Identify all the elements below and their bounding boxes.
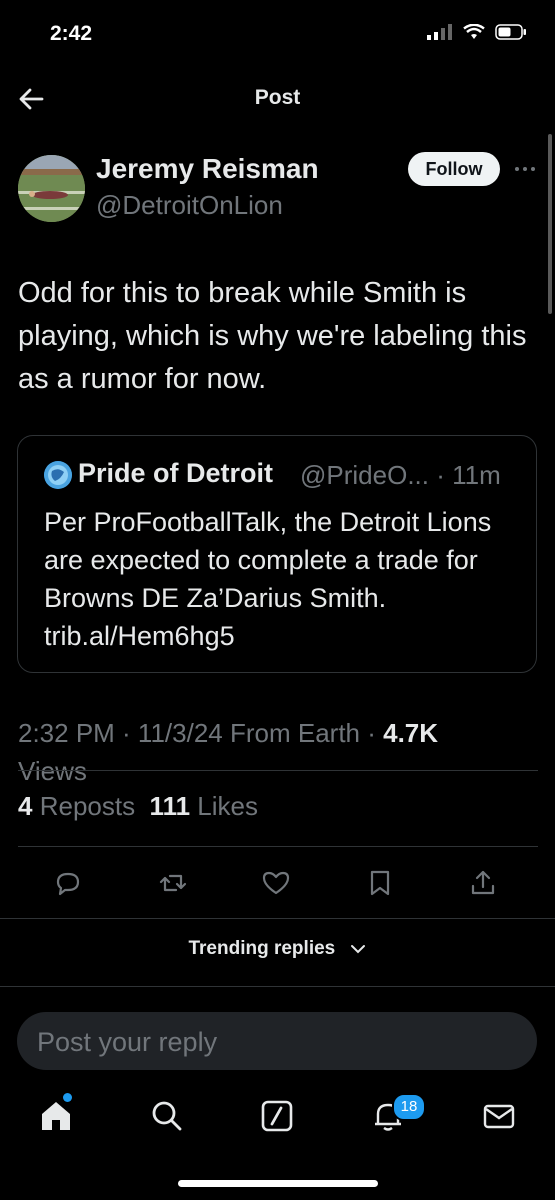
search-icon[interactable]: [149, 1098, 185, 1134]
quoted-meta: @PrideO... · 11m: [300, 460, 501, 490]
trending-replies-label: Trending replies: [188, 938, 336, 959]
more-options-icon[interactable]: [512, 157, 538, 181]
repost-icon[interactable]: [156, 866, 190, 900]
home-icon[interactable]: [38, 1098, 74, 1134]
status-icons: [427, 24, 527, 40]
reply-composer[interactable]: [17, 1012, 537, 1072]
reposts-label[interactable]: Reposts: [40, 791, 135, 821]
divider: [18, 846, 538, 847]
follow-button[interactable]: Follow: [408, 152, 500, 186]
messages-icon[interactable]: [481, 1098, 517, 1134]
reply-input[interactable]: [35, 1012, 519, 1072]
scrollbar[interactable]: [548, 134, 552, 314]
author-avatar[interactable]: [18, 155, 85, 222]
divider: [0, 986, 555, 987]
notifications-badge: 18: [392, 1093, 426, 1121]
post-timestamp: 2:32 PM · 11/3/24 From Earth ·: [18, 718, 384, 748]
divider: [0, 918, 555, 919]
home-indicator: [178, 1180, 378, 1187]
page-title: Post: [254, 86, 301, 109]
trending-replies-toggle[interactable]: Trending replies: [0, 938, 555, 960]
likes-label[interactable]: Likes: [197, 791, 258, 821]
reply-icon[interactable]: [51, 866, 85, 900]
post-meta: 2:32 PM · 11/3/24 From Earth · 4.7K View…: [18, 714, 538, 790]
wifi-icon: [463, 24, 485, 39]
quoted-avatar: [44, 461, 72, 489]
views-label: Views: [18, 756, 87, 786]
post-text: Odd for this to break while Smith is pla…: [18, 277, 527, 395]
like-icon[interactable]: [259, 866, 293, 900]
quoted-text: Per ProFootballTalk, the Detroit Lions a…: [44, 507, 492, 651]
chevron-down-icon: [350, 944, 365, 954]
reposts-count[interactable]: 4: [18, 791, 32, 821]
post-stats: 4 Reposts 111 Likes: [18, 791, 258, 822]
battery-icon: [495, 24, 526, 40]
share-icon[interactable]: [466, 866, 500, 900]
signal-icon: [427, 24, 452, 40]
author-name[interactable]: Jeremy Reisman: [96, 153, 319, 185]
home-unread-dot: [63, 1093, 72, 1102]
bookmark-icon[interactable]: [363, 866, 397, 900]
quoted-author-name: Pride of Detroit: [78, 458, 274, 488]
views-count: 4.7K: [383, 718, 439, 748]
grok-icon[interactable]: [259, 1098, 295, 1134]
status-time: 2:42: [50, 22, 93, 45]
likes-count[interactable]: 111: [150, 791, 191, 821]
author-handle[interactable]: @DetroitOnLion: [96, 190, 283, 221]
divider: [18, 770, 538, 771]
